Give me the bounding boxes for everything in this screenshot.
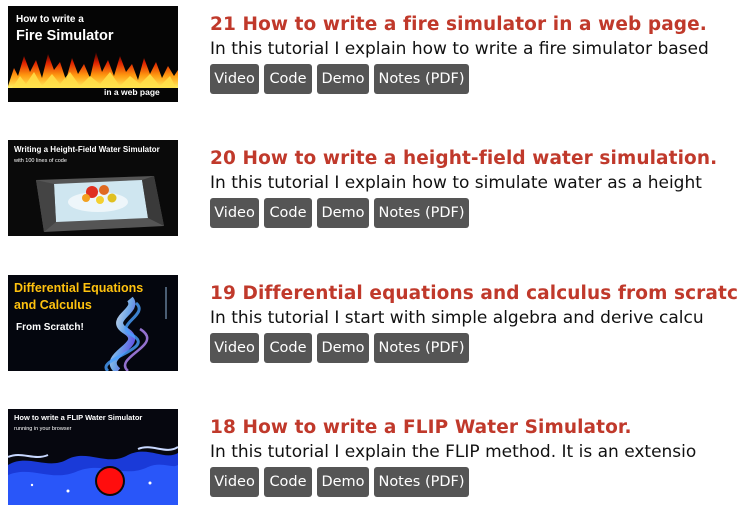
thumb-line-1: How to write a FLIP Water Simulator xyxy=(14,413,142,422)
notes-pdf-button[interactable]: Notes (PDF) xyxy=(374,198,469,228)
thumb-line-3: in a web page xyxy=(104,87,160,97)
tutorial-links: Video Code Demo Notes (PDF) xyxy=(210,467,469,497)
notes-pdf-button[interactable]: Notes (PDF) xyxy=(374,467,469,497)
tutorial-title[interactable]: 19 Differential equations and calculus f… xyxy=(210,283,738,304)
thumb-line-3: From Scratch! xyxy=(16,322,84,333)
video-button[interactable]: Video xyxy=(210,333,259,363)
code-button[interactable]: Code xyxy=(264,64,312,94)
thumb-line-2: Fire Simulator xyxy=(16,28,114,44)
code-button[interactable]: Code xyxy=(264,333,312,363)
thumbnail-fire-simulator[interactable]: How to write a Fire Simulator in a web p… xyxy=(8,6,178,102)
thumb-line-2: and Calculus xyxy=(14,298,92,312)
thumbnail-height-field-water[interactable]: Writing a Height-Field Water Simulator w… xyxy=(8,140,178,236)
tutorial-title[interactable]: 21 How to write a fire simulator in a we… xyxy=(210,14,707,35)
thumbnail-differential-equations[interactable]: Differential Equations and Calculus From… xyxy=(8,275,178,371)
tutorial-list: How to write a Fire Simulator in a web p… xyxy=(0,0,738,521)
demo-button[interactable]: Demo xyxy=(317,198,369,228)
demo-button[interactable]: Demo xyxy=(317,333,369,363)
tutorial-description: In this tutorial I explain how to write … xyxy=(210,39,709,59)
thumb-line-1: How to write a xyxy=(16,14,84,25)
notes-pdf-button[interactable]: Notes (PDF) xyxy=(374,64,469,94)
video-button[interactable]: Video xyxy=(210,64,259,94)
tutorial-item-18: How to write a FLIP Water Simulator runn… xyxy=(0,409,738,509)
thumbnail-flip-water[interactable]: How to write a FLIP Water Simulator runn… xyxy=(8,409,178,505)
flip-water-thumbnail-image: How to write a FLIP Water Simulator runn… xyxy=(8,409,178,505)
calculus-thumbnail-image: Differential Equations and Calculus From… xyxy=(8,275,178,371)
tutorial-links: Video Code Demo Notes (PDF) xyxy=(210,64,469,94)
thumb-line-2: running in your browser xyxy=(14,426,72,432)
notes-pdf-button[interactable]: Notes (PDF) xyxy=(374,333,469,363)
video-button[interactable]: Video xyxy=(210,467,259,497)
thumb-line-2: with 100 lines of code xyxy=(13,158,67,164)
demo-button[interactable]: Demo xyxy=(317,467,369,497)
tutorial-item-21: How to write a Fire Simulator in a web p… xyxy=(0,6,738,106)
tutorial-description: In this tutorial I explain how to simula… xyxy=(210,173,702,193)
tutorial-links: Video Code Demo Notes (PDF) xyxy=(210,333,469,363)
tutorial-title[interactable]: 20 How to write a height-field water sim… xyxy=(210,148,717,169)
tutorial-item-19: Differential Equations and Calculus From… xyxy=(0,275,738,375)
video-button[interactable]: Video xyxy=(210,198,259,228)
thumb-line-1: Differential Equations xyxy=(14,281,143,295)
tutorial-description: In this tutorial I explain the FLIP meth… xyxy=(210,442,697,462)
code-button[interactable]: Code xyxy=(264,198,312,228)
tutorial-item-20: Writing a Height-Field Water Simulator w… xyxy=(0,140,738,240)
water-pool-thumbnail-image: Writing a Height-Field Water Simulator w… xyxy=(8,140,178,236)
code-button[interactable]: Code xyxy=(264,467,312,497)
tutorial-description: In this tutorial I start with simple alg… xyxy=(210,308,704,328)
fire-thumbnail-image: How to write a Fire Simulator in a web p… xyxy=(8,6,178,102)
tutorial-links: Video Code Demo Notes (PDF) xyxy=(210,198,469,228)
demo-button[interactable]: Demo xyxy=(317,64,369,94)
thumb-line-1: Writing a Height-Field Water Simulator xyxy=(14,145,160,154)
tutorial-title[interactable]: 18 How to write a FLIP Water Simulator. xyxy=(210,417,632,438)
